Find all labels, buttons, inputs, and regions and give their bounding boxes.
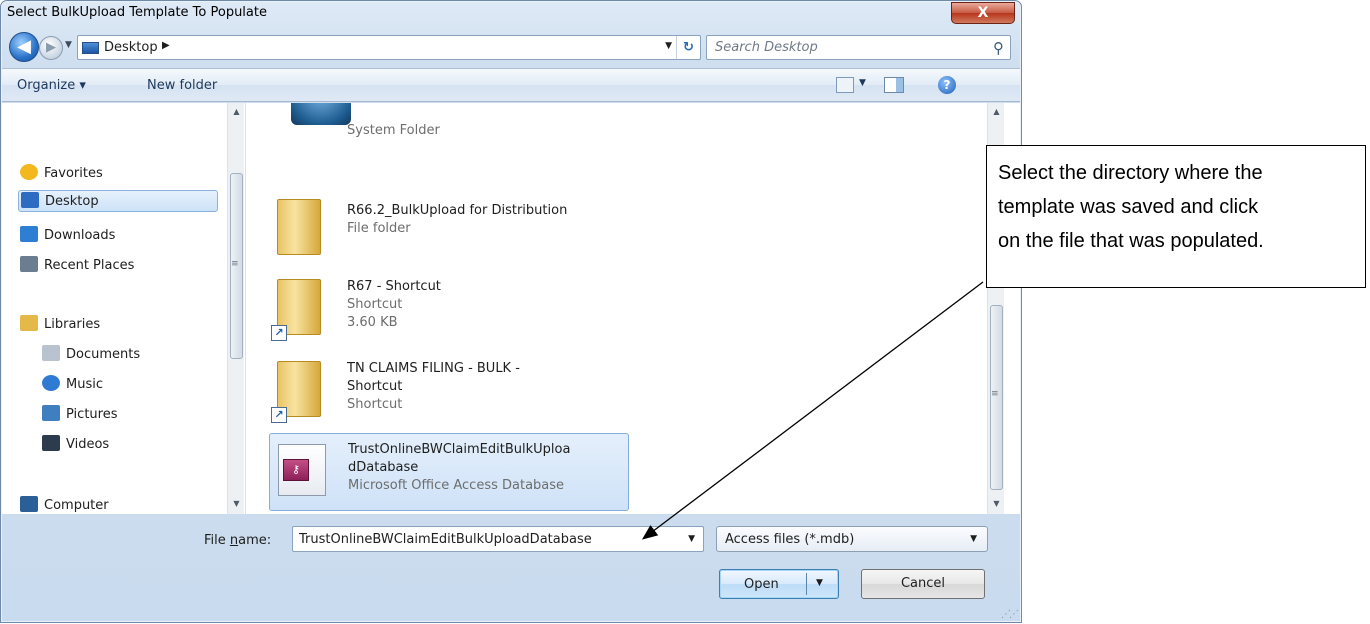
scrollbar-grip-icon: ≡ (991, 389, 999, 399)
documents-icon (42, 345, 60, 361)
help-icon[interactable]: ? (938, 76, 956, 94)
folder-icon (277, 199, 321, 255)
file-name-field[interactable]: TrustOnlineBWClaimEditBulkUploadDatabase… (292, 526, 704, 552)
forward-arrow-icon: ▶ (46, 40, 56, 55)
sidebar-item-recent-places[interactable]: Recent Places (20, 255, 134, 277)
chevron-right-icon[interactable]: ▶ (162, 40, 170, 51)
file-type: System Folder (347, 123, 440, 138)
file-open-dialog: Select BulkUpload Template To Populate X… (0, 0, 1022, 623)
file-type-filter[interactable]: Access files (*.mdb) ▼ (716, 526, 988, 552)
file-name-line2: Shortcut (347, 379, 403, 394)
chevron-down-icon[interactable]: ▼ (970, 534, 977, 544)
close-button[interactable]: X (951, 2, 1015, 24)
recent-places-icon (20, 256, 38, 272)
file-type-filter-value: Access files (*.mdb) (725, 532, 855, 547)
file-type: Shortcut (347, 297, 403, 312)
change-view-icon[interactable] (836, 77, 854, 93)
cancel-button[interactable]: Cancel (861, 569, 985, 599)
file-name-line2: dDatabase (348, 460, 419, 475)
file-size: 3.60 KB (347, 315, 398, 330)
desktop-icon (82, 42, 99, 54)
scroll-up-icon[interactable]: ▲ (228, 103, 245, 120)
libraries-icon (20, 315, 38, 331)
back-arrow-icon: ◀ (17, 36, 31, 57)
file-name: TN CLAIMS FILING - BULK - (347, 361, 520, 376)
refresh-button[interactable]: ↻ (676, 36, 700, 59)
navigation-pane: Favorites Desktop Downloads Recent Place… (2, 103, 246, 514)
file-name-value[interactable]: TrustOnlineBWClaimEditBulkUploadDatabase (299, 532, 592, 547)
sidebar-item-pictures[interactable]: Pictures (42, 404, 117, 426)
file-list: System Folder R66.2_BulkUpload for Distr… (247, 103, 987, 514)
file-name: R67 - Shortcut (347, 279, 441, 294)
close-icon: X (977, 5, 989, 21)
search-input[interactable]: Search Desktop ⚲ (706, 35, 1011, 60)
address-dropdown-icon[interactable]: ▼ (665, 41, 672, 51)
file-item-system-folder[interactable]: System Folder (269, 103, 629, 151)
desktop-icon (21, 192, 39, 208)
open-options-dropdown-icon[interactable]: ▼ (816, 578, 823, 588)
file-item-tn-claims-shortcut[interactable]: ↗ TN CLAIMS FILING - BULK - Shortcut Sho… (269, 353, 629, 431)
sidebar-item-libraries[interactable]: Libraries (20, 314, 100, 336)
file-name: TrustOnlineBWClaimEditBulkUploa (348, 442, 571, 457)
instruction-callout: Select the directory where the template … (986, 145, 1366, 288)
sidebar-item-videos[interactable]: Videos (42, 434, 109, 456)
callout-line-3: on the file that was populated. (998, 230, 1264, 252)
music-icon (42, 375, 60, 391)
address-crumb[interactable]: Desktop (104, 40, 158, 55)
resize-grip-icon[interactable]: ⋰⋰ (1001, 609, 1019, 620)
search-icon[interactable]: ⚲ (993, 39, 1004, 57)
sidebar-item-favorites[interactable]: Favorites (20, 163, 103, 185)
callout-line-1: Select the directory where the (998, 162, 1263, 184)
view-dropdown-icon[interactable]: ▼ (859, 78, 866, 88)
file-type: Shortcut (347, 397, 403, 412)
key-icon: ⚷ (283, 459, 309, 481)
file-item-r66-folder[interactable]: R66.2_BulkUpload for Distribution File f… (269, 191, 629, 269)
file-type: Microsoft Office Access Database (348, 478, 565, 493)
back-button[interactable]: ◀ (9, 32, 39, 62)
window-title: Select BulkUpload Template To Populate (7, 5, 267, 20)
address-bar[interactable]: Desktop ▶ ▼ ↻ (77, 35, 701, 60)
forward-button[interactable]: ▶ (39, 36, 63, 60)
open-button[interactable]: Open ▼ (719, 569, 839, 599)
file-item-access-database[interactable]: ⚷ TrustOnlineBWClaimEditBulkUploa dDatab… (269, 433, 629, 511)
open-button-label: Open (744, 577, 779, 592)
new-folder-button[interactable]: New folder (147, 78, 217, 93)
sidebar-item-downloads[interactable]: Downloads (20, 225, 115, 247)
command-toolbar: Organize ▾ New folder ▼ ? (2, 68, 1020, 102)
recent-locations-dropdown[interactable]: ▼ (65, 40, 72, 50)
star-icon (20, 164, 38, 180)
scroll-down-icon[interactable]: ▼ (228, 495, 245, 512)
file-name: R66.2_BulkUpload for Distribution (347, 203, 568, 218)
shortcut-arrow-icon: ↗ (271, 407, 287, 423)
file-type: File folder (347, 221, 411, 236)
file-name-label: File name: (204, 533, 272, 548)
file-name-dropdown-icon[interactable]: ▼ (688, 534, 695, 544)
sidebar-item-music[interactable]: Music (42, 374, 103, 396)
shortcut-arrow-icon: ↗ (271, 325, 287, 341)
access-database-icon: ⚷ (278, 444, 326, 496)
sidebar-item-desktop[interactable]: Desktop (18, 190, 218, 212)
preview-pane-icon[interactable] (884, 77, 904, 93)
file-item-r67-shortcut[interactable]: ↗ R67 - Shortcut Shortcut 3.60 KB (269, 271, 629, 349)
videos-icon (42, 435, 60, 451)
computer-icon (291, 103, 351, 125)
callout-line-2: template was saved and click (998, 196, 1259, 218)
scrollbar-grip-icon: ≡ (231, 259, 239, 269)
navigation-scrollbar[interactable]: ▲ ≡ ▼ (227, 103, 244, 514)
pictures-icon (42, 405, 60, 421)
organize-button[interactable]: Organize ▾ (17, 78, 86, 93)
browser-content: Favorites Desktop Downloads Recent Place… (2, 103, 1020, 514)
dialog-footer: File name: TrustOnlineBWClaimEditBulkUpl… (1, 514, 1021, 624)
scroll-up-icon[interactable]: ▲ (988, 103, 1005, 120)
computer-icon (20, 496, 38, 512)
scroll-down-icon[interactable]: ▼ (988, 495, 1005, 512)
sidebar-item-computer[interactable]: Computer (20, 495, 109, 514)
sidebar-item-documents[interactable]: Documents (42, 344, 140, 366)
search-placeholder: Search Desktop (715, 40, 818, 55)
split-divider (806, 573, 807, 595)
navigation-row: ◀ ▶ ▼ Desktop ▶ ▼ ↻ Search Desktop ⚲ (1, 29, 1021, 65)
downloads-icon (20, 226, 38, 242)
